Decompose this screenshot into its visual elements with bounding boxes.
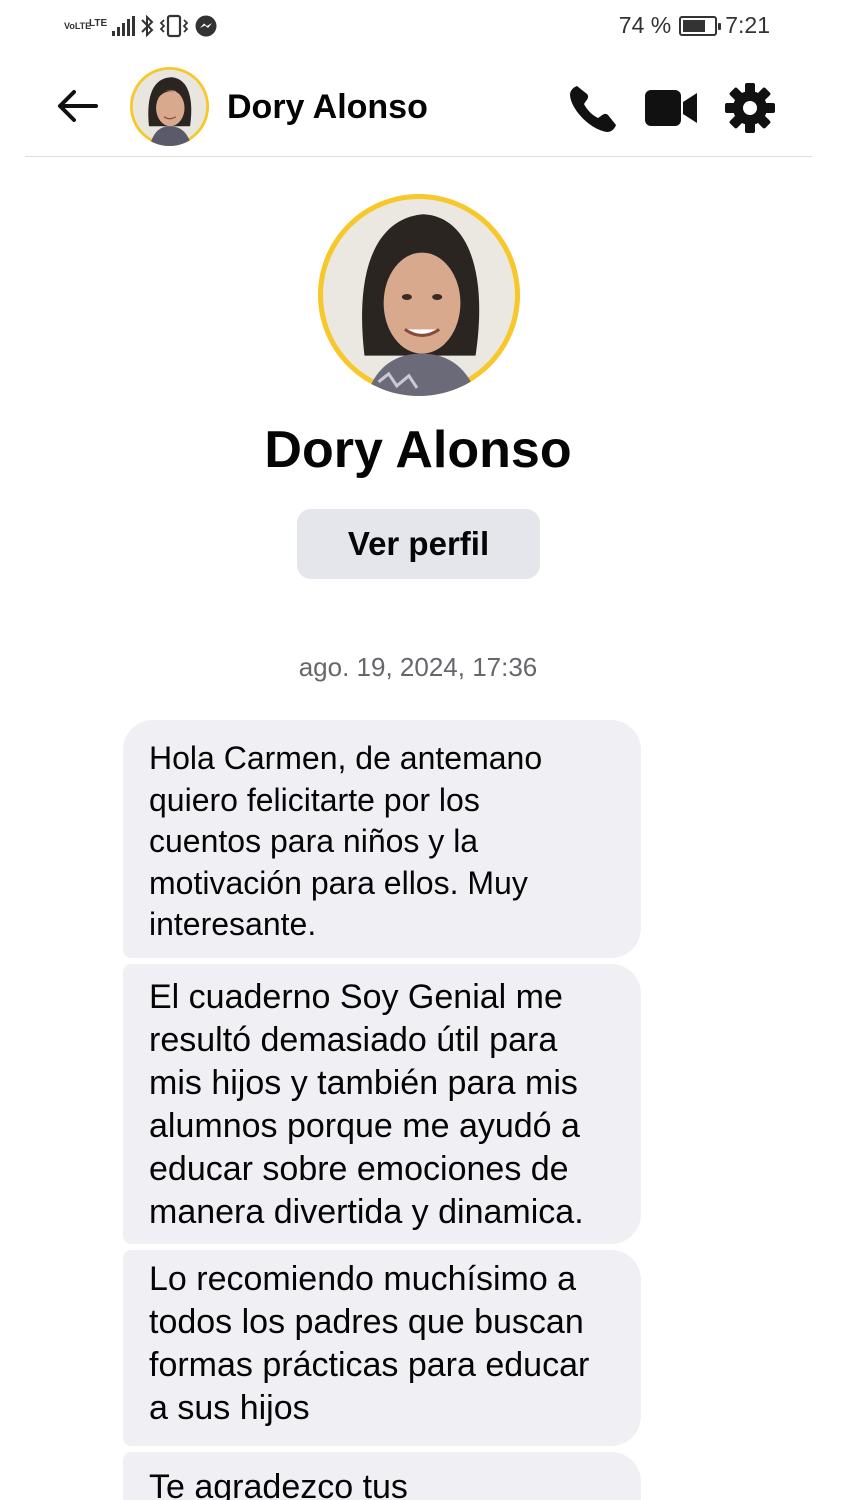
- header-contact-name[interactable]: Dory Alonso: [227, 88, 428, 127]
- clock: 7:21: [725, 12, 770, 38]
- battery-icon: [679, 15, 722, 36]
- message-bubble[interactable]: El cuaderno Soy Genial me resultó demasi…: [123, 964, 641, 1244]
- phone-icon: [570, 86, 616, 132]
- back-button[interactable]: [52, 84, 102, 128]
- conversation-timestamp: ago. 19, 2024, 17:36: [298, 652, 538, 682]
- profile-name: Dory Alonso: [264, 421, 572, 479]
- status-right-icons: 74 % 7:21: [619, 12, 770, 39]
- back-arrow-icon: [58, 90, 98, 122]
- lte-indicator: LTE: [89, 17, 108, 29]
- voice-call-button[interactable]: [566, 80, 622, 136]
- battery-fill: [683, 19, 706, 32]
- contact-avatar[interactable]: [130, 67, 209, 146]
- settings-button[interactable]: [722, 80, 778, 136]
- bluetooth-icon: [141, 14, 154, 38]
- avatar-photo: [318, 194, 520, 396]
- video-call-button[interactable]: [643, 80, 699, 136]
- messenger-chat-screen: VoLTE LTE 74 % 7:21 Dory Alonso Dory Alo…: [0, 0, 844, 1500]
- message-bubble[interactable]: Te agradezco tus: [123, 1452, 641, 1500]
- header-divider: [25, 156, 812, 157]
- messenger-icon: [195, 15, 217, 37]
- volte-indicator: VoLTE: [64, 20, 92, 31]
- vibrate-icon: [159, 14, 189, 38]
- message-bubble[interactable]: Lo recomiendo muchísimo a todos los padr…: [123, 1250, 641, 1446]
- signal-icon: [112, 16, 136, 36]
- avatar-photo: [130, 67, 209, 146]
- profile-avatar[interactable]: [318, 194, 520, 396]
- video-camera-icon: [645, 90, 697, 126]
- gear-icon: [725, 83, 775, 133]
- chat-header: Dory Alonso: [0, 56, 844, 158]
- message-bubble[interactable]: Hola Carmen, de antemano quiero felicita…: [123, 720, 641, 958]
- battery-percent: 74 %: [618, 12, 672, 38]
- view-profile-button[interactable]: Ver perfil: [297, 509, 540, 579]
- status-left-icons: VoLTE LTE: [64, 14, 218, 38]
- status-bar: VoLTE LTE 74 % 7:21: [0, 0, 844, 56]
